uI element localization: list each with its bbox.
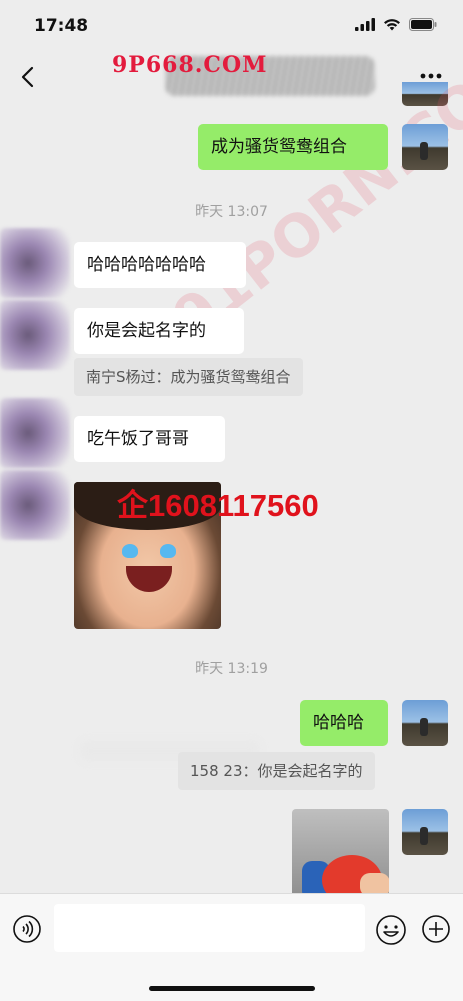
- incoming-message[interactable]: 吃午饭了哥哥: [74, 416, 225, 462]
- quoted-reply[interactable]: 158 23：你是会起名字的: [178, 752, 375, 790]
- avatar-contact[interactable]: [0, 228, 70, 298]
- outgoing-message[interactable]: 成为骚货鸳鸯组合: [198, 124, 388, 170]
- avatar-contact[interactable]: [0, 398, 70, 468]
- status-bar: 17:48: [0, 0, 463, 52]
- avatar-self[interactable]: [402, 809, 448, 855]
- home-indicator: [149, 986, 315, 991]
- incoming-message[interactable]: 哈哈哈哈哈哈哈: [74, 242, 246, 288]
- timestamp: 昨天 13:19: [195, 661, 268, 677]
- input-bar: [0, 893, 463, 1001]
- status-time: 17:48: [34, 16, 89, 36]
- avatar-self[interactable]: [402, 700, 448, 746]
- avatar-contact[interactable]: [0, 300, 70, 370]
- battery-icon: [409, 18, 437, 31]
- sticker-mouth: [126, 566, 172, 592]
- emoji-icon[interactable]: [375, 914, 407, 946]
- signal-icon: [355, 18, 375, 31]
- timestamp: 昨天 13:07: [195, 204, 268, 220]
- message-input[interactable]: [54, 904, 365, 952]
- header-title: 9P668.COM: [112, 52, 268, 78]
- sticker-eye-left: [122, 544, 138, 558]
- outgoing-message[interactable]: 哈哈哈: [300, 700, 388, 746]
- incoming-message[interactable]: 你是会起名字的: [74, 308, 244, 354]
- plus-icon[interactable]: [421, 914, 451, 944]
- sticker-eye-right: [160, 544, 176, 558]
- wifi-icon: [384, 19, 400, 31]
- sent-photo[interactable]: [292, 809, 389, 897]
- status-icons: [355, 18, 437, 31]
- nav-bar: 9P668.COM: [0, 52, 463, 102]
- avatar-self[interactable]: [402, 124, 448, 170]
- back-icon[interactable]: [14, 60, 44, 94]
- overlay-contact-text: 企1608117560: [117, 488, 319, 523]
- quoted-reply[interactable]: 南宁S杨过：成为骚货鸳鸯组合: [74, 358, 303, 396]
- voice-icon[interactable]: [12, 914, 42, 944]
- avatar-contact[interactable]: [0, 470, 70, 540]
